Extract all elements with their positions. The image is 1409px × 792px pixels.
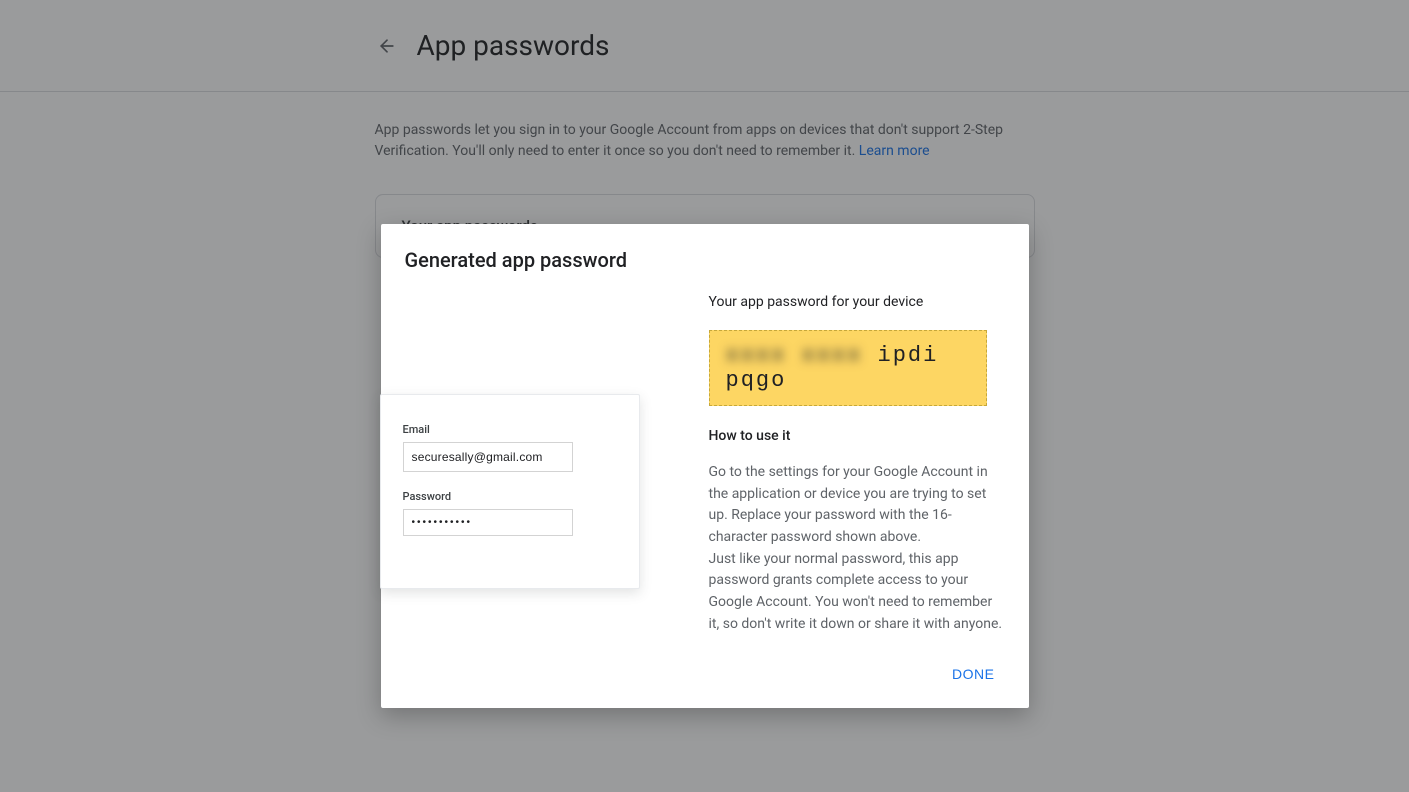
done-button[interactable]: DONE — [942, 658, 1004, 690]
example-illustration: Email Password — [405, 294, 685, 636]
howto-heading: How to use it — [709, 428, 1005, 444]
password-blurred-part: xxxx xxxx — [726, 343, 863, 368]
example-email-field — [403, 442, 573, 472]
generated-password-dialog: Generated app password Email Password Yo… — [381, 224, 1029, 708]
howto-paragraph-1: Go to the settings for your Google Accou… — [709, 464, 988, 545]
generated-password[interactable]: xxxx xxxx ipdi pqgo — [709, 330, 987, 406]
example-email-label: Email — [403, 423, 617, 436]
dialog-title: Generated app password — [405, 248, 1005, 272]
example-password-field — [403, 509, 573, 536]
howto-paragraph-2: Just like your normal password, this app… — [709, 551, 1003, 632]
device-label: Your app password for your device — [709, 294, 1005, 310]
howto-text: Go to the settings for your Google Accou… — [709, 462, 1005, 636]
example-password-label: Password — [403, 490, 617, 503]
example-login-card: Email Password — [380, 394, 640, 589]
